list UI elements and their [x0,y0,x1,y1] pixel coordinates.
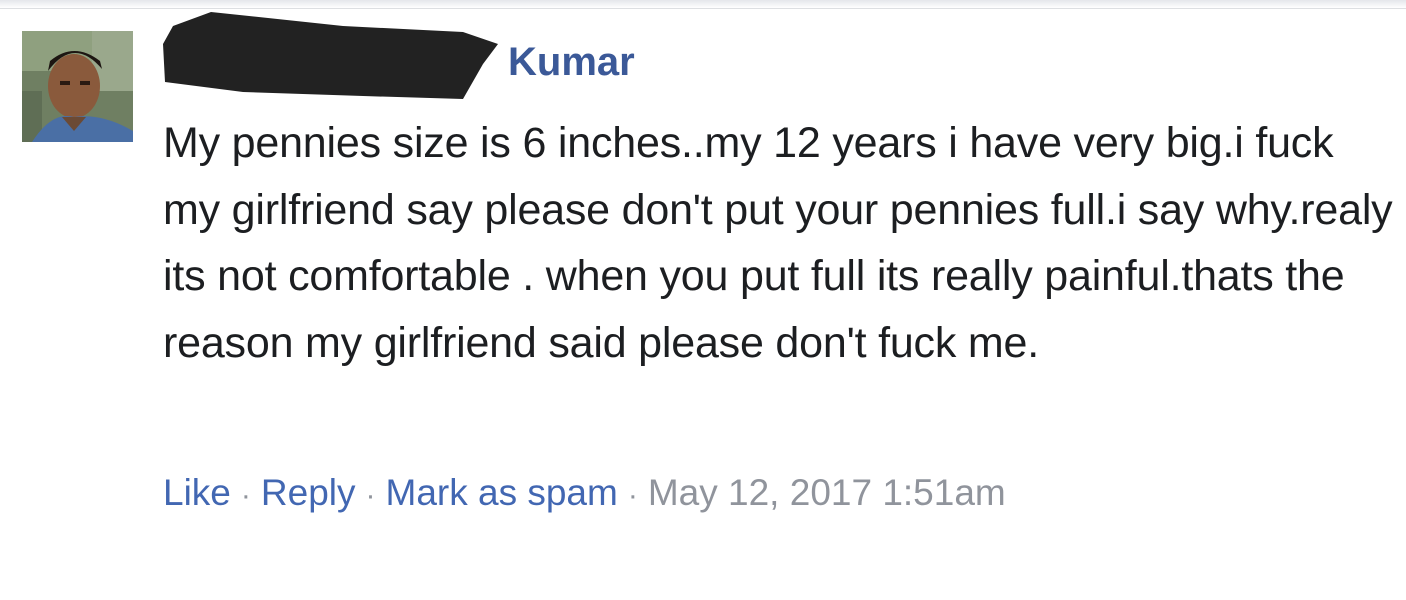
separator: · [627,479,638,512]
mark-as-spam-link[interactable]: Mark as spam [386,472,618,513]
avatar[interactable] [22,31,133,142]
comment-timestamp[interactable]: May 12, 2017 1:51am [648,472,1006,513]
like-link[interactable]: Like [163,472,231,513]
separator: · [365,479,376,512]
comment-actions: Like · Reply · Mark as spam · May 12, 2017 1:5… [163,468,1006,521]
reply-link[interactable]: Reply [261,472,356,513]
comment: Kumar My pennies size is 6 inches..my 12… [0,0,1406,600]
comment-text: My pennies size is 6 inches..my 12 years… [163,119,1393,367]
user-avatar-icon [22,31,133,142]
redaction-scribble [163,12,498,99]
separator: · [240,479,251,512]
